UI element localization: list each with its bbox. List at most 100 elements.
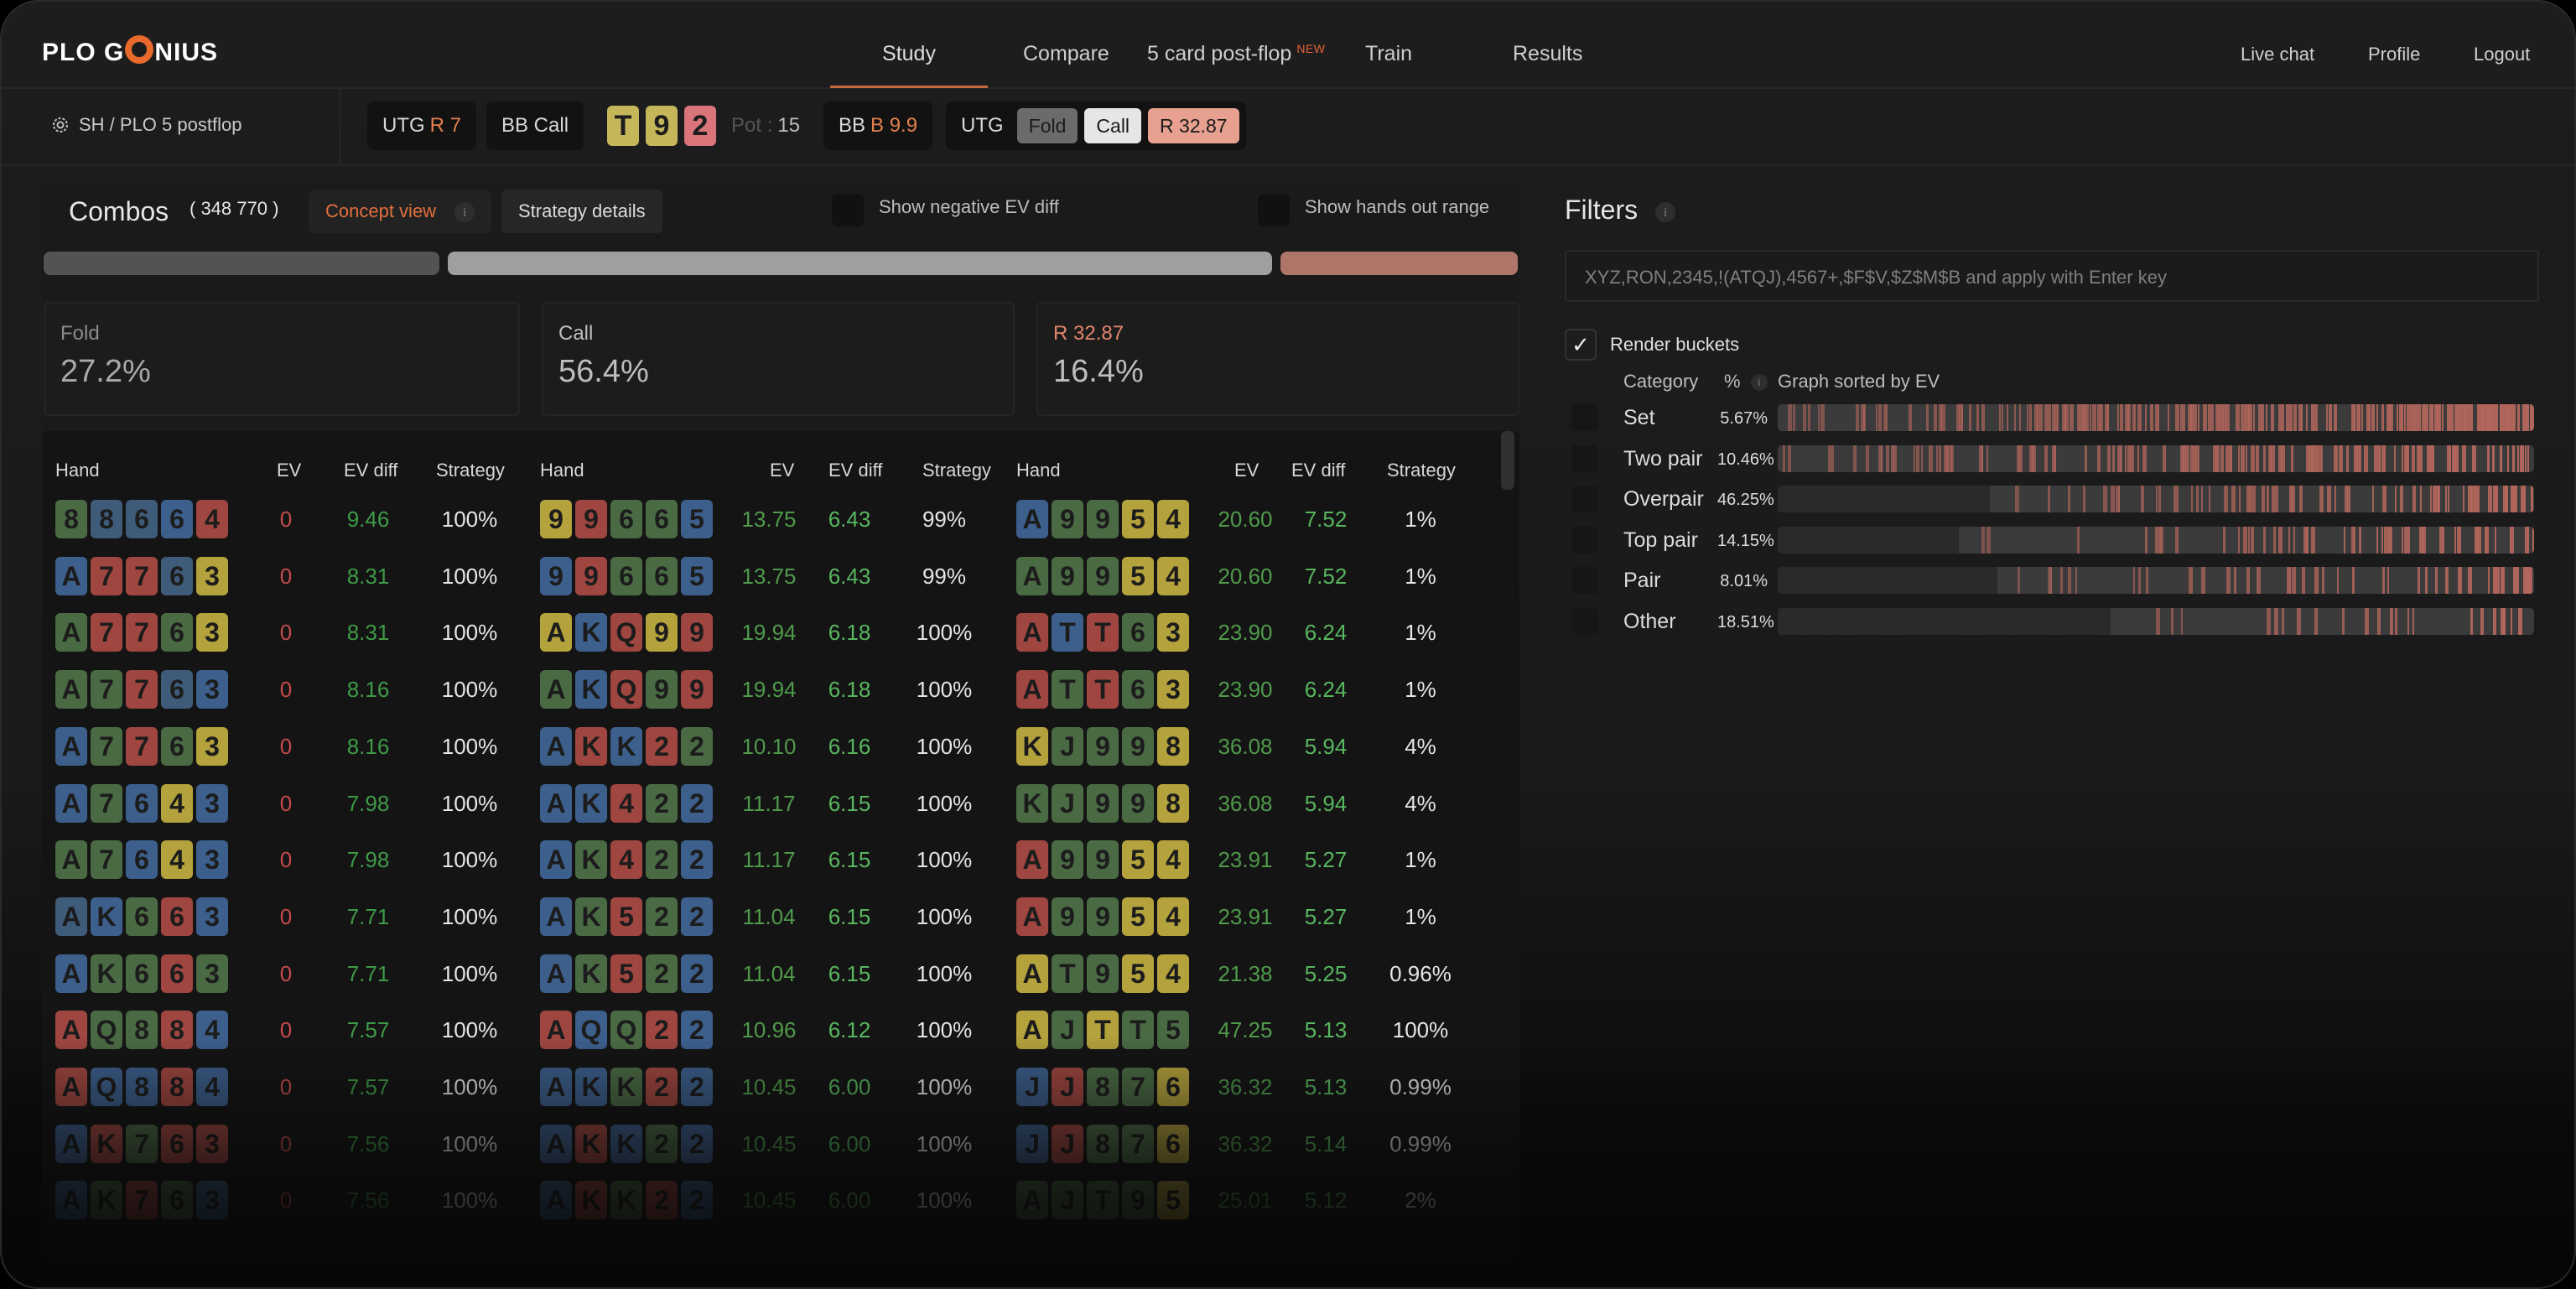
hand-cards[interactable]: AK422 bbox=[540, 783, 713, 823]
hand-cards[interactable]: AKK22 bbox=[540, 1181, 713, 1220]
col-header-hand[interactable]: Hand bbox=[1016, 460, 1061, 481]
hand-cards[interactable]: A7763 bbox=[55, 670, 228, 709]
filter-input[interactable]: XYZ,RON,2345,!(ATQJ),4567+,$F$V,$Z$M$B a… bbox=[1565, 250, 2539, 302]
table-cell-strategy: 100% bbox=[916, 733, 973, 759]
hand-cards[interactable]: AQQ22 bbox=[540, 1011, 713, 1050]
concept-view-button[interactable]: Concept view i bbox=[309, 190, 492, 233]
hand-cards[interactable]: AK422 bbox=[540, 840, 713, 880]
hand-cards[interactable]: 99665 bbox=[540, 500, 713, 538]
info-icon[interactable]: i bbox=[454, 202, 475, 223]
hand-cards[interactable]: AKK22 bbox=[540, 726, 713, 766]
hand-cards[interactable]: ATT63 bbox=[1016, 670, 1189, 709]
table-cell-ev-diff: 6.00 bbox=[828, 1074, 871, 1099]
col-header-hand[interactable]: Hand bbox=[540, 460, 584, 481]
hand-cards[interactable]: AK763 bbox=[55, 1124, 228, 1163]
col-header-strategy[interactable]: Strategy bbox=[436, 460, 505, 481]
col-header-strategy[interactable]: Strategy bbox=[1387, 460, 1456, 481]
hand-cards[interactable]: A9954 bbox=[1016, 897, 1189, 936]
hand-cards[interactable]: AKK22 bbox=[540, 1068, 713, 1106]
card: K bbox=[575, 783, 607, 823]
hand-cards[interactable]: AK522 bbox=[540, 954, 713, 993]
option-call-button[interactable]: Call bbox=[1084, 108, 1142, 143]
bucket-checkbox[interactable] bbox=[1571, 526, 1598, 554]
utg-action-pill[interactable]: UTG R 7 bbox=[367, 101, 477, 150]
card: A bbox=[55, 556, 87, 595]
col-header-ev[interactable]: EV bbox=[1234, 460, 1259, 481]
hand-cards[interactable]: A7763 bbox=[55, 613, 228, 652]
hand-cards[interactable]: A9954 bbox=[1016, 840, 1189, 880]
hand-cards[interactable]: AJT95 bbox=[1016, 1181, 1189, 1220]
option-fold-button[interactable]: Fold bbox=[1016, 108, 1078, 143]
hand-cards[interactable]: 88664 bbox=[55, 500, 228, 538]
filters-info-icon[interactable]: i bbox=[1655, 201, 1675, 222]
nav-5-card-post-flop[interactable]: 5 card post-flop NEW bbox=[1147, 42, 1326, 66]
nav-compare[interactable]: Compare bbox=[1023, 42, 1109, 66]
bb-bet-pill[interactable]: BB B 9.9 bbox=[823, 101, 933, 150]
nav-study[interactable]: Study bbox=[830, 42, 988, 66]
nav-train[interactable]: Train bbox=[1365, 42, 1412, 66]
breadcrumb[interactable]: SH / PLO 5 postflop bbox=[50, 114, 242, 136]
hand-cards[interactable]: AK522 bbox=[540, 897, 713, 936]
col-header-ev-diff[interactable]: EV diff bbox=[344, 460, 397, 481]
hand-cards[interactable]: JJ876 bbox=[1016, 1124, 1189, 1163]
hand-cards[interactable]: AQ884 bbox=[55, 1068, 228, 1106]
hand-cards[interactable]: AK763 bbox=[55, 1181, 228, 1220]
col-header-ev[interactable]: EV bbox=[277, 460, 301, 481]
hand-cards[interactable]: AKK22 bbox=[540, 1124, 713, 1163]
strategy-details-button[interactable]: Strategy details bbox=[501, 190, 662, 233]
logout-link[interactable]: Logout bbox=[2474, 44, 2530, 65]
bucket-checkbox[interactable] bbox=[1571, 404, 1598, 431]
card: A bbox=[540, 670, 572, 709]
hand-cards[interactable]: A9954 bbox=[1016, 556, 1189, 595]
render-buckets-checkbox[interactable]: ✓ bbox=[1565, 329, 1597, 361]
hand-cards[interactable]: A9954 bbox=[1016, 500, 1189, 538]
col-header-strategy[interactable]: Strategy bbox=[922, 460, 991, 481]
table-cell-strategy: 100% bbox=[441, 903, 498, 929]
hand-cards[interactable]: A7763 bbox=[55, 726, 228, 766]
hand-cards[interactable]: KJ998 bbox=[1016, 726, 1189, 766]
hand-cards[interactable]: AJTT5 bbox=[1016, 1011, 1189, 1050]
card: 2 bbox=[646, 1124, 678, 1163]
hand-cards[interactable]: JJ876 bbox=[1016, 1068, 1189, 1106]
table-cell-strategy: 99% bbox=[922, 507, 967, 532]
bucket-checkbox[interactable] bbox=[1571, 608, 1598, 635]
card: K bbox=[91, 954, 122, 993]
bucket-checkbox[interactable] bbox=[1571, 444, 1598, 472]
hand-cards[interactable]: AT954 bbox=[1016, 954, 1189, 993]
show-negative-ev-checkbox[interactable] bbox=[832, 195, 864, 226]
hand-cards[interactable]: A7643 bbox=[55, 840, 228, 880]
hand-cards[interactable]: 99665 bbox=[540, 556, 713, 595]
profile-link[interactable]: Profile bbox=[2368, 44, 2420, 65]
hand-cards[interactable]: A7763 bbox=[55, 556, 228, 595]
bb-call-pill[interactable]: BB Call bbox=[486, 101, 584, 150]
card: A bbox=[1016, 897, 1048, 936]
col-header-ev-diff[interactable]: EV diff bbox=[828, 460, 882, 481]
bucket-name: Top pair bbox=[1623, 528, 1698, 552]
card: A bbox=[55, 1068, 87, 1106]
nav-results[interactable]: Results bbox=[1513, 42, 1582, 66]
table-cell-strategy: 1% bbox=[1405, 620, 1436, 646]
bucket-checkbox[interactable] bbox=[1571, 567, 1598, 595]
bucket-checkbox[interactable] bbox=[1571, 486, 1598, 513]
live-chat-link[interactable]: Live chat bbox=[2241, 44, 2314, 65]
hand-cards[interactable]: AKQ99 bbox=[540, 613, 713, 652]
option-r-32-87-button[interactable]: R 32.87 bbox=[1148, 108, 1239, 143]
card: A bbox=[55, 954, 87, 993]
hand-cards[interactable]: AK663 bbox=[55, 954, 228, 993]
pct-info-icon[interactable]: i bbox=[1750, 374, 1768, 392]
table-scrollbar[interactable] bbox=[1501, 431, 1514, 490]
card: 6 bbox=[1122, 613, 1154, 652]
col-header-ev[interactable]: EV bbox=[770, 460, 794, 481]
hand-cards[interactable]: AK663 bbox=[55, 897, 228, 936]
col-header-ev-diff[interactable]: EV diff bbox=[1291, 460, 1345, 481]
logo[interactable]: PLO G NIUS bbox=[42, 35, 218, 67]
hand-cards[interactable]: KJ998 bbox=[1016, 783, 1189, 823]
hand-cards[interactable]: AQ884 bbox=[55, 1011, 228, 1050]
hand-cards[interactable]: AKQ99 bbox=[540, 670, 713, 709]
table-cell-strategy: 1% bbox=[1405, 903, 1436, 929]
table-cell-ev: 19.94 bbox=[741, 620, 797, 646]
col-header-hand[interactable]: Hand bbox=[55, 460, 100, 481]
hand-cards[interactable]: A7643 bbox=[55, 783, 228, 823]
show-out-range-checkbox[interactable] bbox=[1258, 195, 1290, 226]
hand-cards[interactable]: ATT63 bbox=[1016, 613, 1189, 652]
